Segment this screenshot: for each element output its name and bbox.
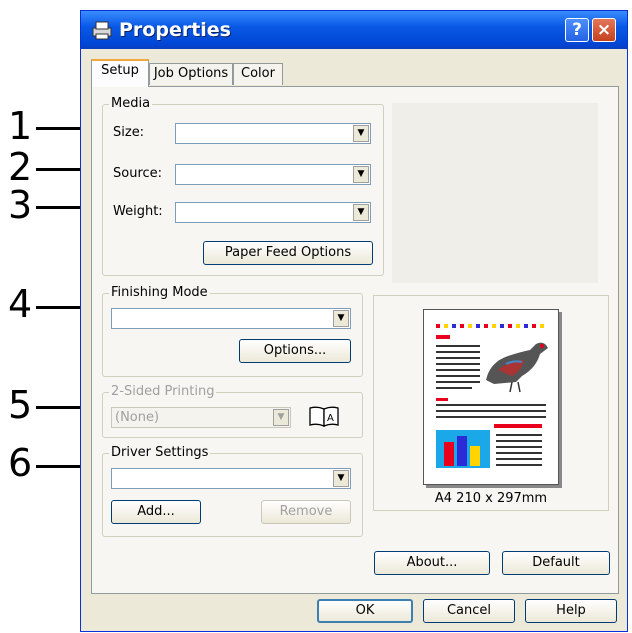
tab-setup[interactable]: Setup: [91, 59, 149, 87]
chevron-down-icon[interactable]: ▼: [353, 204, 369, 221]
ok-button[interactable]: OK: [317, 599, 413, 623]
media-preview-area: [392, 103, 598, 283]
media-legend: Media: [109, 96, 153, 111]
driver-settings-group: Driver Settings ▼ Add... Remove: [102, 445, 363, 537]
two-sided-legend: 2-Sided Printing: [109, 384, 217, 399]
add-button[interactable]: Add...: [111, 500, 201, 524]
source-dropdown[interactable]: ▼: [175, 164, 371, 185]
paper-size-label: A4 210 x 297mm: [434, 491, 548, 506]
close-icon[interactable]: ×: [592, 18, 616, 42]
chevron-down-icon[interactable]: ▼: [333, 310, 349, 327]
tab-color[interactable]: Color: [233, 63, 283, 85]
remove-button[interactable]: Remove: [261, 500, 351, 524]
callout-number: 1: [8, 104, 33, 148]
driver-legend: Driver Settings: [109, 445, 211, 460]
setup-panel: Media Size: ▼ Source: ▼ Weight: ▼ Paper …: [91, 86, 619, 594]
default-button[interactable]: Default: [502, 551, 610, 575]
about-button[interactable]: About...: [374, 551, 490, 575]
two-sided-value: (None): [115, 410, 160, 425]
driver-settings-dropdown[interactable]: ▼: [111, 468, 351, 489]
size-dropdown[interactable]: ▼: [175, 123, 371, 144]
weight-dropdown[interactable]: ▼: [175, 202, 371, 223]
media-group: Media Size: ▼ Source: ▼ Weight: ▼ Paper …: [102, 96, 384, 276]
help-button[interactable]: Help: [525, 599, 617, 623]
tab-job-options[interactable]: Job Options: [149, 63, 233, 85]
source-label: Source:: [113, 166, 163, 181]
chevron-down-icon[interactable]: ▼: [273, 409, 289, 426]
callout-number: 5: [8, 383, 33, 427]
chevron-down-icon[interactable]: ▼: [333, 470, 349, 487]
properties-dialog: Properties ? × Setup Job Options Color M…: [80, 10, 628, 632]
callout-number: 3: [8, 183, 33, 227]
book-duplex-icon: A: [309, 406, 339, 427]
chevron-down-icon[interactable]: ▼: [353, 166, 369, 183]
paper-feed-options-button[interactable]: Paper Feed Options: [203, 241, 373, 265]
cancel-button[interactable]: Cancel: [423, 599, 515, 623]
help-icon[interactable]: ?: [565, 18, 589, 42]
printer-icon: [92, 21, 112, 40]
size-label: Size:: [113, 125, 145, 140]
chevron-down-icon[interactable]: ▼: [353, 125, 369, 142]
two-sided-printing-group: 2-Sided Printing (None) ▼ A: [102, 384, 363, 438]
callout-number: 2: [8, 145, 33, 189]
finishing-legend: Finishing Mode: [109, 285, 210, 300]
finishing-options-button[interactable]: Options...: [239, 339, 351, 363]
two-sided-dropdown[interactable]: (None) ▼: [111, 407, 291, 428]
weight-label: Weight:: [113, 204, 163, 219]
title-bar[interactable]: Properties ? ×: [81, 11, 627, 49]
sample-page-image: [436, 324, 548, 468]
callout-number: 4: [8, 282, 33, 326]
svg-text:A: A: [327, 413, 334, 424]
finishing-mode-group: Finishing Mode ▼ Options...: [102, 285, 363, 377]
page-thumbnail: [423, 309, 559, 485]
page-preview: A4 210 x 297mm: [373, 295, 609, 511]
finishing-mode-dropdown[interactable]: ▼: [111, 308, 351, 329]
callout-number: 6: [8, 441, 33, 485]
window-title: Properties: [119, 19, 231, 41]
